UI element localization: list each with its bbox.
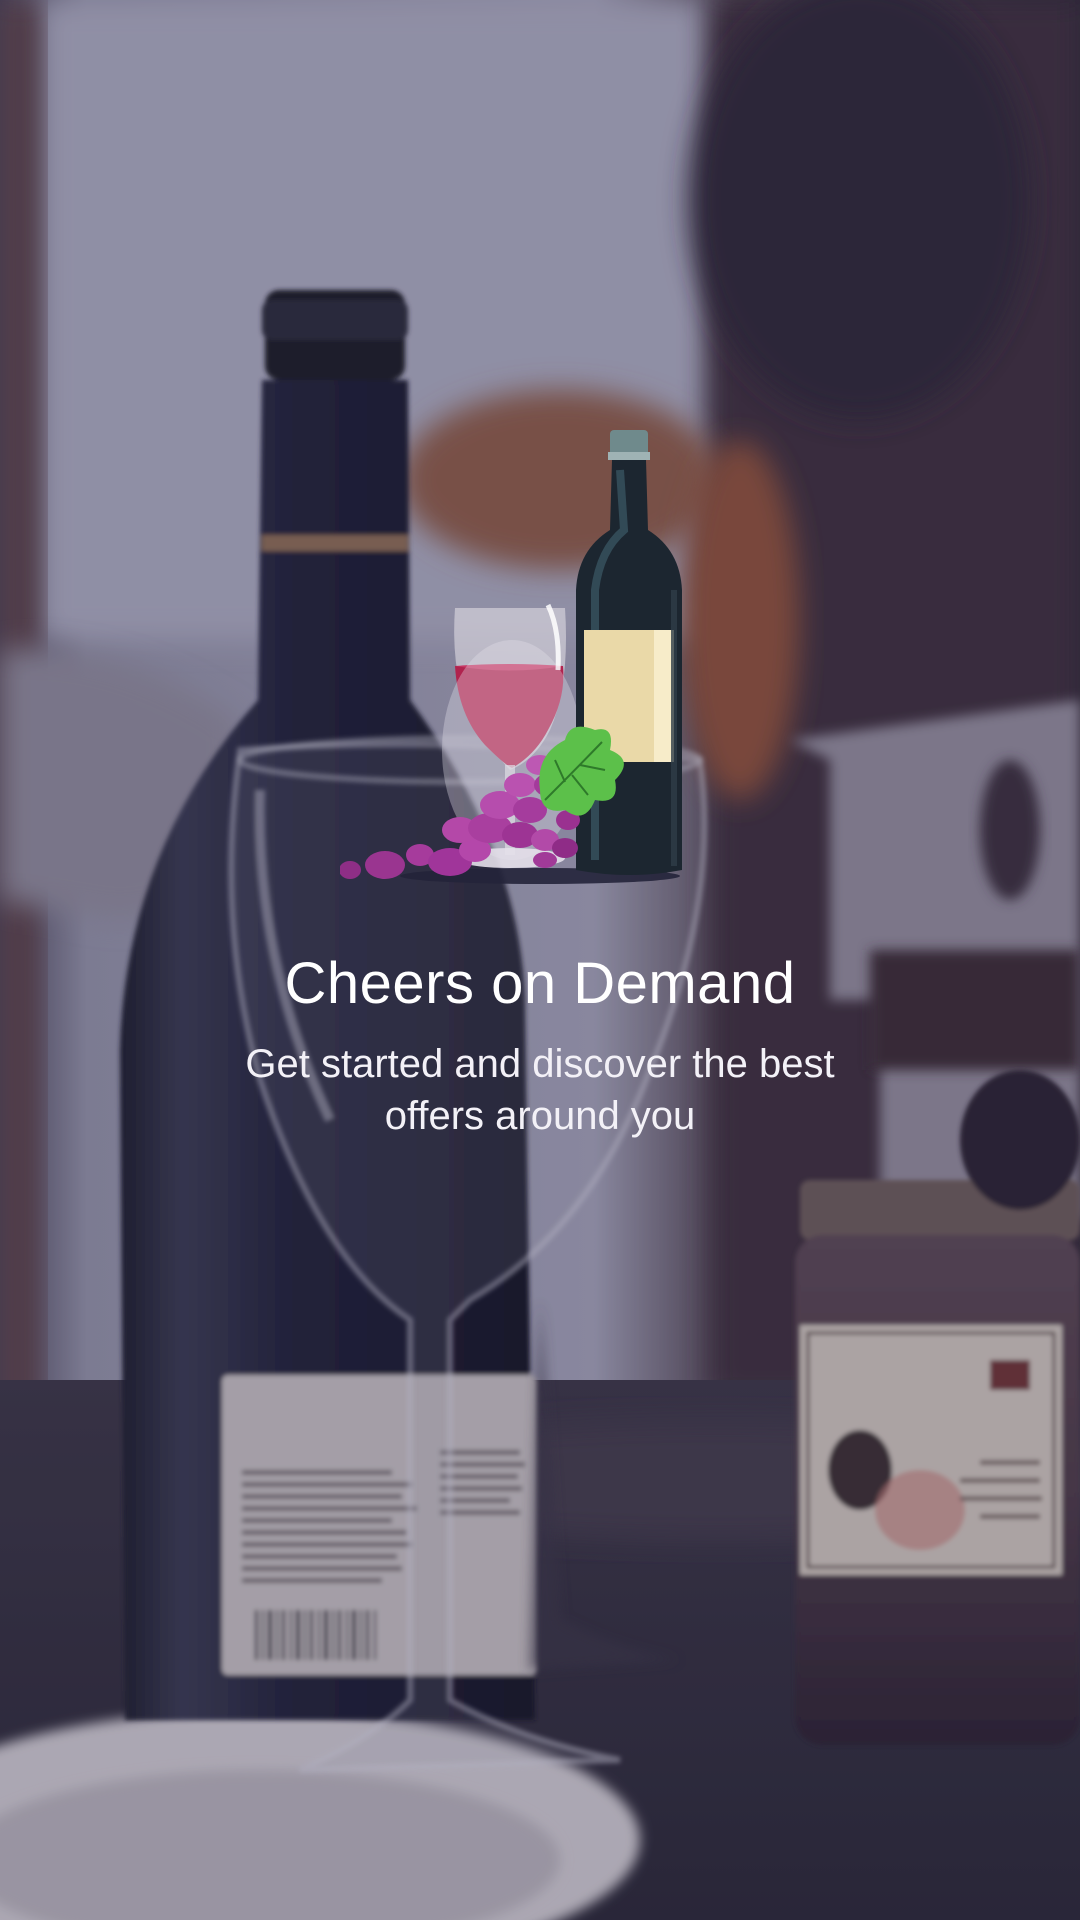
onboarding-screen: Cheers on Demand Get started and discove… bbox=[0, 0, 1080, 1920]
onboarding-subtitle: Get started and discover the best offers… bbox=[245, 1042, 835, 1138]
onboarding-title: Cheers on Demand bbox=[284, 951, 796, 1016]
wine-bottle-glass-grapes-icon bbox=[340, 430, 682, 884]
